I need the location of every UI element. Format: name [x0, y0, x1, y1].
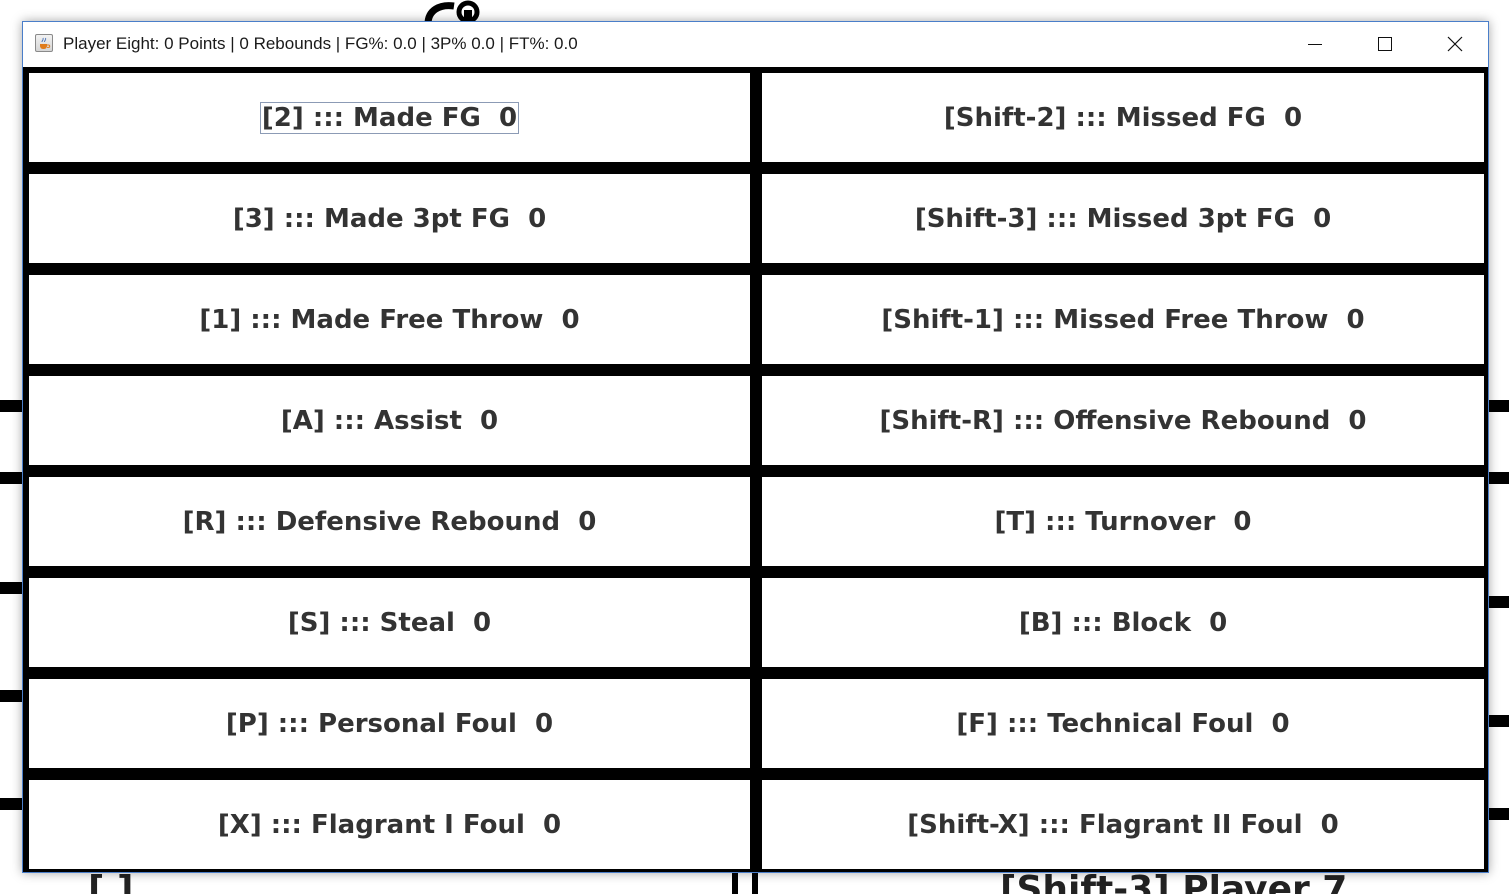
missed-3pt-fg-button[interactable]: [Shift-3] ::: Missed 3pt FG 0 [762, 174, 1484, 263]
button-label: [A] ::: Assist 0 [280, 405, 499, 436]
background-button-label-left: [ ] [88, 872, 134, 894]
button-label: [R] ::: Defensive Rebound 0 [182, 506, 597, 537]
minimize-icon [1308, 44, 1322, 45]
background-divider [1489, 596, 1509, 608]
background-divider [732, 872, 738, 894]
java-cup-icon[interactable] [35, 34, 53, 52]
missed-free-throw-button[interactable]: [Shift-1] ::: Missed Free Throw 0 [762, 275, 1484, 364]
background-divider [0, 690, 22, 702]
turnover-button[interactable]: [T] ::: Turnover 0 [762, 477, 1484, 566]
background-divider [0, 798, 22, 810]
assist-button[interactable]: [A] ::: Assist 0 [29, 376, 750, 465]
button-label: [P] ::: Personal Foul 0 [225, 708, 554, 739]
button-label: [S] ::: Steal 0 [287, 607, 492, 638]
background-divider [0, 472, 22, 484]
close-button[interactable] [1420, 22, 1490, 66]
button-label: [B] ::: Block 0 [1018, 607, 1228, 638]
defensive-rebound-button[interactable]: [R] ::: Defensive Rebound 0 [29, 477, 750, 566]
button-label: [T] ::: Turnover 0 [994, 506, 1252, 537]
stat-button-grid: [2] ::: Made FG 0 [Shift-2] ::: Missed FG… [23, 67, 1488, 872]
button-label: [Shift-3] ::: Missed 3pt FG 0 [914, 203, 1332, 234]
background-divider [1489, 808, 1509, 820]
background-divider [1489, 400, 1509, 412]
close-icon [1447, 36, 1463, 52]
background-divider [1489, 472, 1509, 484]
maximize-icon [1378, 37, 1392, 51]
button-label: [Shift-R] ::: Offensive Rebound 0 [879, 405, 1367, 436]
block-button[interactable]: [B] ::: Block 0 [762, 578, 1484, 667]
made-free-throw-button[interactable]: [1] ::: Made Free Throw 0 [29, 275, 750, 364]
button-label: [1] ::: Made Free Throw 0 [199, 304, 580, 335]
flagrant-ii-foul-button[interactable]: [Shift-X] ::: Flagrant II Foul 0 [762, 780, 1484, 869]
personal-foul-button[interactable]: [P] ::: Personal Foul 0 [29, 679, 750, 768]
offensive-rebound-button[interactable]: [Shift-R] ::: Offensive Rebound 0 [762, 376, 1484, 465]
button-label: [F] ::: Technical Foul 0 [956, 708, 1290, 739]
button-label: [2] ::: Made FG 0 [259, 101, 520, 134]
background-divider [752, 872, 758, 894]
minimize-button[interactable] [1280, 22, 1350, 66]
made-fg-button[interactable]: [2] ::: Made FG 0 [29, 73, 750, 162]
flagrant-i-foul-button[interactable]: [X] ::: Flagrant I Foul 0 [29, 780, 750, 869]
made-3pt-fg-button[interactable]: [3] ::: Made 3pt FG 0 [29, 174, 750, 263]
button-label: [Shift-X] ::: Flagrant II Foul 0 [907, 809, 1339, 840]
background-button-label-right: [Shift-3] Player 7 [1000, 872, 1348, 894]
technical-foul-button[interactable]: [F] ::: Technical Foul 0 [762, 679, 1484, 768]
background-divider [1489, 715, 1509, 727]
button-label: [3] ::: Made 3pt FG 0 [232, 203, 547, 234]
button-label: [X] ::: Flagrant I Foul 0 [217, 809, 562, 840]
background-divider [0, 582, 22, 594]
stat-entry-window: Player Eight: 0 Points | 0 Rebounds | FG… [22, 21, 1489, 873]
button-label: [Shift-2] ::: Missed FG 0 [943, 102, 1303, 133]
button-label: [Shift-1] ::: Missed Free Throw 0 [881, 304, 1365, 335]
title-bar[interactable]: Player Eight: 0 Points | 0 Rebounds | FG… [23, 22, 1488, 67]
window-title: Player Eight: 0 Points | 0 Rebounds | FG… [63, 34, 578, 53]
background-divider [0, 400, 22, 412]
missed-fg-button[interactable]: [Shift-2] ::: Missed FG 0 [762, 73, 1484, 162]
maximize-button[interactable] [1350, 22, 1420, 66]
steal-button[interactable]: [S] ::: Steal 0 [29, 578, 750, 667]
